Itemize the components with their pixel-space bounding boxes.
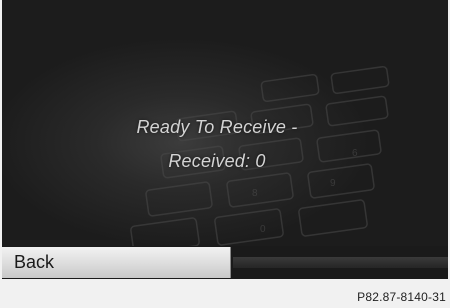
- svg-text:0: 0: [260, 224, 266, 235]
- figure: 6 8 9 0 Ready To Receive - Received: 0 B…: [0, 0, 450, 308]
- svg-text:9: 9: [330, 178, 336, 189]
- bottom-menu-bar: Back: [2, 246, 448, 279]
- back-button[interactable]: Back: [2, 247, 231, 278]
- menu-bar-track: [233, 257, 448, 268]
- back-button-label: Back: [14, 252, 55, 272]
- display-screen: 6 8 9 0 Ready To Receive - Received: 0: [2, 0, 448, 246]
- status-message-line1: Ready To Receive -: [136, 117, 298, 137]
- svg-text:8: 8: [252, 188, 258, 199]
- received-count-text: Received: 0: [168, 151, 266, 171]
- figure-caption: P82.87-8140-31: [357, 290, 446, 304]
